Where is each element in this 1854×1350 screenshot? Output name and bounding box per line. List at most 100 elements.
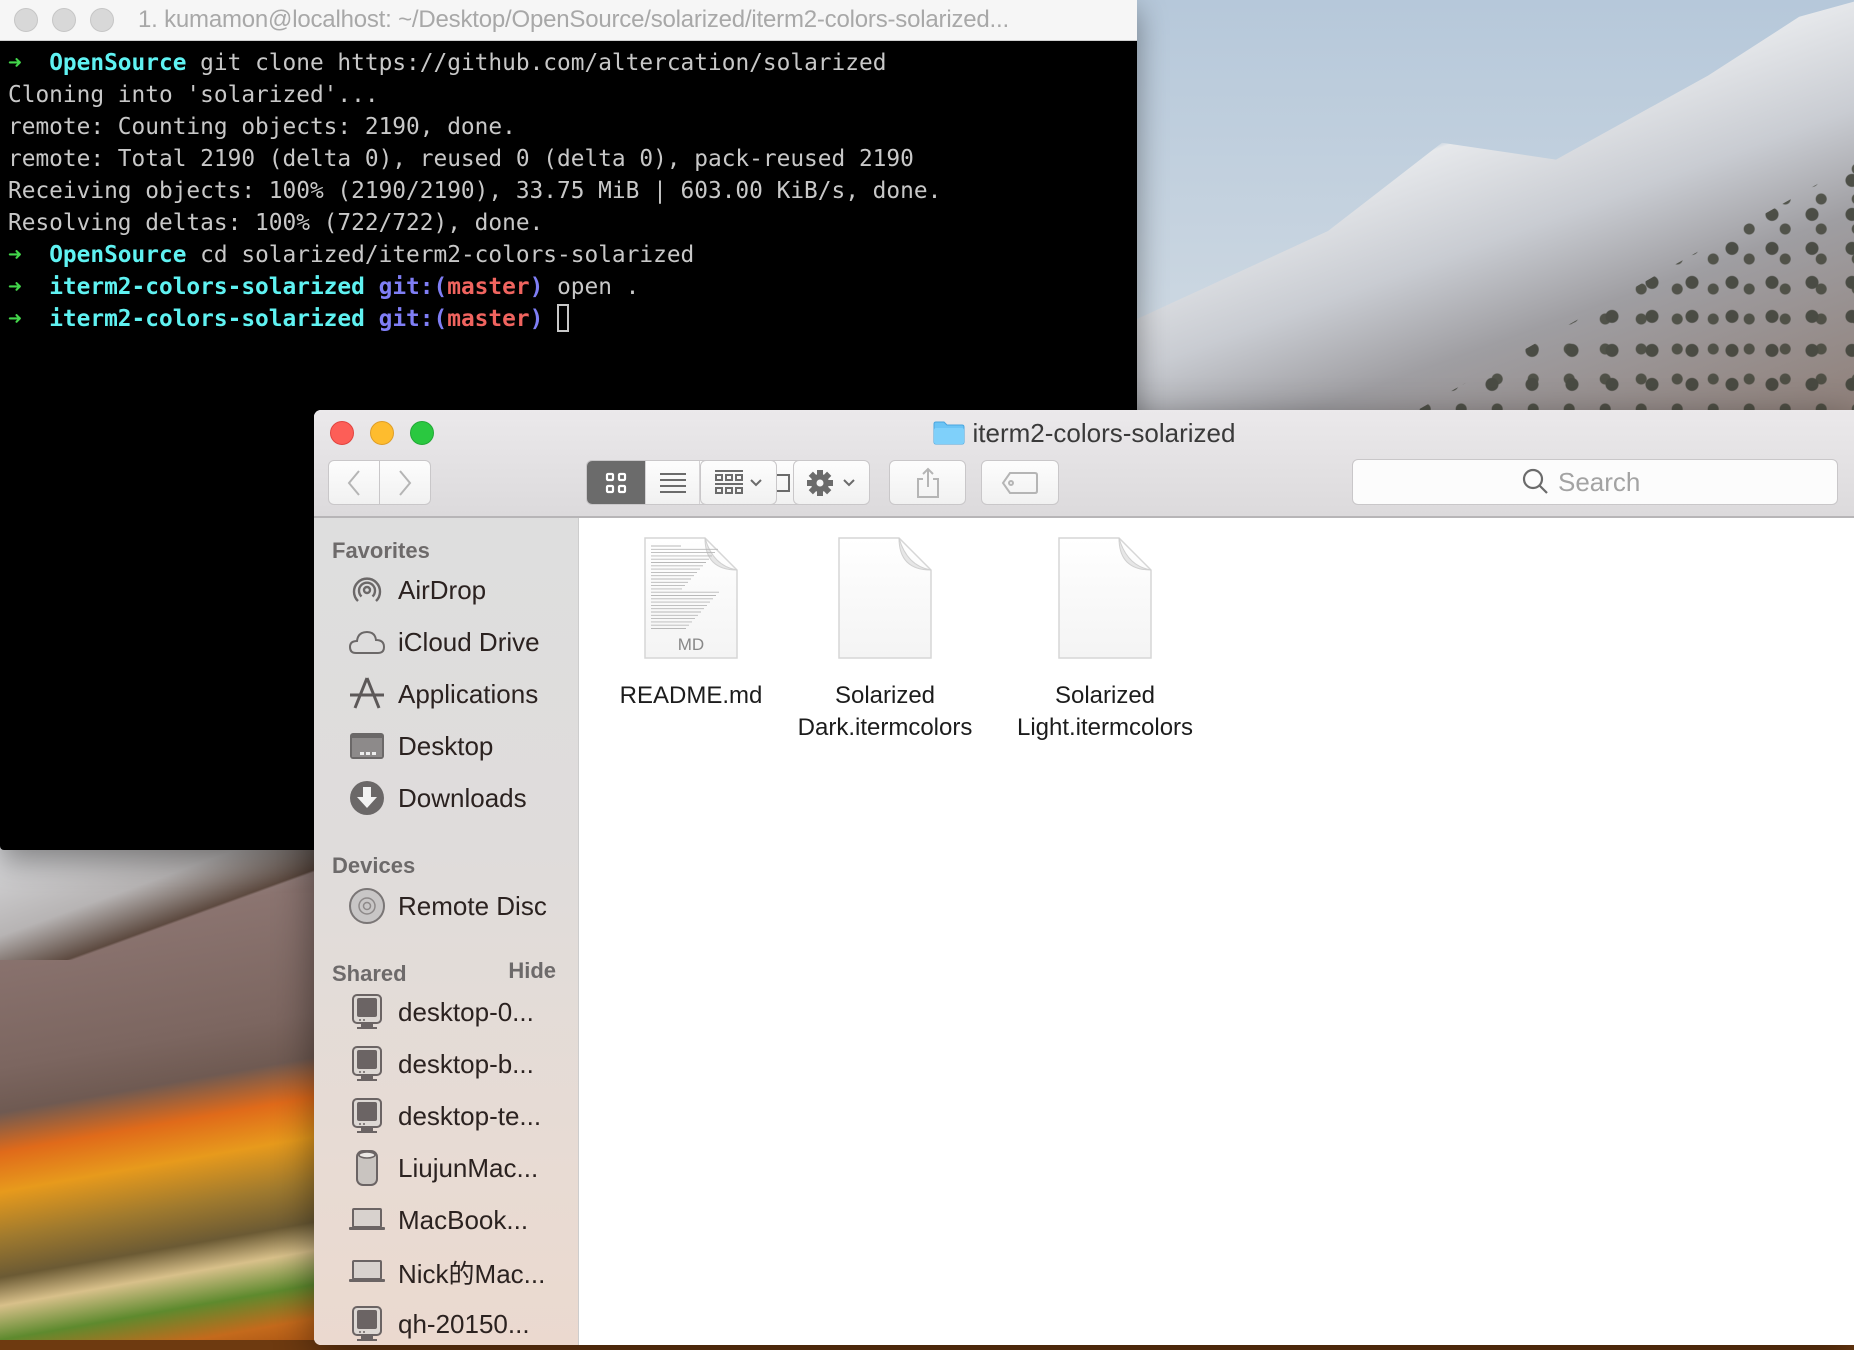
action-button[interactable]	[793, 460, 870, 505]
file-name-line: Light.itermcolors	[1016, 714, 1194, 741]
prompt-directory: iterm2-colors-solarized	[49, 306, 365, 332]
prompt-arrow: ➜	[8, 306, 22, 332]
prompt-arrow: ➜	[8, 242, 22, 268]
markdown-document-icon: MD	[643, 536, 739, 660]
terminal-minimize-button[interactable]	[52, 8, 76, 32]
file-name-line: Dark.itermcolors	[797, 714, 973, 741]
terminal-output-text: Resolving deltas: 100% (722/722), done.	[8, 210, 544, 236]
sidebar-item-label: MacBook...	[398, 1204, 529, 1235]
tag-icon	[1001, 471, 1038, 494]
prompt-git-branch: master	[447, 306, 530, 332]
disc-icon	[348, 887, 386, 925]
file-name: Solarized Dark.itermcolors	[785, 680, 985, 744]
list-view-button[interactable]	[645, 461, 699, 504]
terminal-line: Cloning into 'solarized'...	[8, 79, 1129, 111]
search-input[interactable]	[1558, 466, 1668, 498]
prompt-directory: OpenSource	[49, 242, 187, 268]
sidebar-item-label: AirDrop	[398, 574, 487, 605]
finder-toolbar: iterm2-colors-solarized	[314, 410, 1854, 518]
sidebar-item-shared[interactable]: desktop-te...	[348, 1096, 541, 1136]
monitor-icon	[348, 993, 386, 1031]
sidebar-item-label: Nick的Mac...	[398, 1258, 546, 1289]
sidebar-section-devices: Devices	[332, 853, 416, 878]
sidebar-item-shared[interactable]: LiujunMac...	[348, 1148, 538, 1188]
edit-tags-button[interactable]	[981, 460, 1059, 505]
sidebar-item-downloads[interactable]: Downloads	[348, 778, 527, 818]
desktop-icon	[348, 727, 386, 765]
sidebar-item-label: Applications	[398, 678, 539, 709]
sidebar-item-shared[interactable]: MacBook...	[348, 1200, 528, 1240]
prompt-directory: iterm2-colors-solarized	[49, 274, 365, 300]
terminal-title: 1. kumamon@localhost: ~/Desktop/OpenSour…	[138, 6, 1009, 33]
terminal-line: ➜ iterm2-colors-solarized git:(master)	[8, 303, 1129, 335]
sidebar-item-label: iCloud Drive	[398, 626, 540, 657]
finder-sidebar: Favorites AirDrop iCloud Drive Applicati…	[314, 518, 579, 1345]
prompt-arrow: ➜	[8, 50, 22, 76]
file-item[interactable]: Solarized Dark.itermcolors	[785, 536, 985, 744]
forward-button[interactable]	[380, 460, 431, 505]
sidebar-section-favorites: Favorites	[332, 538, 430, 563]
terminal-line: Receiving objects: 100% (2190/2190), 33.…	[8, 175, 1129, 207]
sidebar-section-shared: Shared	[332, 961, 407, 986]
prompt-git-label: git:(	[378, 274, 448, 300]
sidebar-item-label: desktop-b...	[398, 1048, 534, 1079]
prompt-arrow: ➜	[8, 274, 22, 300]
terminal-output[interactable]: ➜ OpenSource git clone https://github.co…	[0, 41, 1137, 341]
sidebar-item-shared[interactable]: desktop-0...	[348, 992, 534, 1032]
airdrop-icon	[348, 571, 386, 609]
sidebar-item-applications[interactable]: Applications	[348, 674, 538, 714]
terminal-output-text: Cloning into 'solarized'...	[8, 82, 379, 108]
back-button[interactable]	[328, 460, 380, 505]
generic-document-icon	[1057, 536, 1153, 660]
sidebar-item-shared[interactable]: Nick的Mac...	[348, 1252, 545, 1292]
folder-icon	[933, 421, 965, 445]
search-icon	[1522, 468, 1548, 494]
sidebar-item-label: qh-20150...	[398, 1308, 530, 1339]
file-name-line: Solarized	[834, 682, 936, 709]
sidebar-item-remote-disc[interactable]: Remote Disc	[348, 886, 547, 926]
list-icon	[659, 472, 686, 493]
file-name-line: Solarized	[1054, 682, 1156, 709]
terminal-line: remote: Total 2190 (delta 0), reused 0 (…	[8, 143, 1129, 175]
sidebar-item-shared[interactable]: qh-20150...	[348, 1304, 530, 1344]
applications-icon	[348, 675, 386, 713]
shared-hide-button[interactable]: Hide	[508, 958, 556, 984]
sidebar-item-airdrop[interactable]: AirDrop	[348, 570, 486, 610]
terminal-line: ➜ OpenSource cd solarized/iterm2-colors-…	[8, 239, 1129, 271]
terminal-cursor	[557, 304, 570, 332]
finder-content-icon-view[interactable]: MD README.md Solarized Dark.itermcolors Sola…	[579, 518, 1854, 1345]
search-field[interactable]	[1352, 459, 1838, 505]
prompt-git-close: )	[529, 274, 544, 300]
icon-view-button[interactable]	[587, 461, 645, 504]
sidebar-item-shared[interactable]: desktop-b...	[348, 1044, 534, 1084]
terminal-zoom-button[interactable]	[90, 8, 114, 32]
prompt-git-branch: master	[447, 274, 530, 300]
file-item[interactable]: Solarized Light.itermcolors	[1005, 536, 1205, 744]
terminal-output-text: remote: Total 2190 (delta 0), reused 0 (…	[8, 146, 914, 172]
sidebar-item-label: Downloads	[398, 782, 527, 813]
prompt-command: cd solarized/iterm2-colors-solarized	[200, 242, 695, 268]
icon-grid-icon	[605, 472, 627, 493]
mac-pro-icon	[348, 1149, 386, 1187]
gear-icon	[806, 469, 855, 496]
sidebar-item-desktop[interactable]: Desktop	[348, 726, 493, 766]
share-button[interactable]	[889, 460, 966, 505]
terminal-titlebar[interactable]: 1. kumamon@localhost: ~/Desktop/OpenSour…	[0, 0, 1137, 41]
laptop-icon	[348, 1253, 386, 1291]
finder-window[interactable]: iterm2-colors-solarized Search Favorites…	[314, 410, 1854, 1345]
generic-document-icon	[837, 536, 933, 660]
monitor-icon	[348, 1305, 386, 1343]
sidebar-item-icloud-drive[interactable]: iCloud Drive	[348, 622, 540, 662]
sidebar-item-label: LiujunMac...	[398, 1152, 539, 1183]
sidebar-item-label: desktop-te...	[398, 1100, 542, 1131]
file-badge: MD	[678, 635, 704, 654]
sidebar-item-label: desktop-0...	[398, 996, 534, 1027]
prompt-git-close: )	[529, 306, 544, 332]
terminal-line: remote: Counting objects: 2190, done.	[8, 111, 1129, 143]
laptop-icon	[348, 1201, 386, 1239]
prompt-command: open .	[557, 274, 640, 300]
terminal-close-button[interactable]	[14, 8, 38, 32]
file-item[interactable]: MD README.md	[591, 536, 791, 712]
chevron-left-icon	[347, 469, 360, 496]
arrange-button[interactable]	[700, 460, 777, 505]
